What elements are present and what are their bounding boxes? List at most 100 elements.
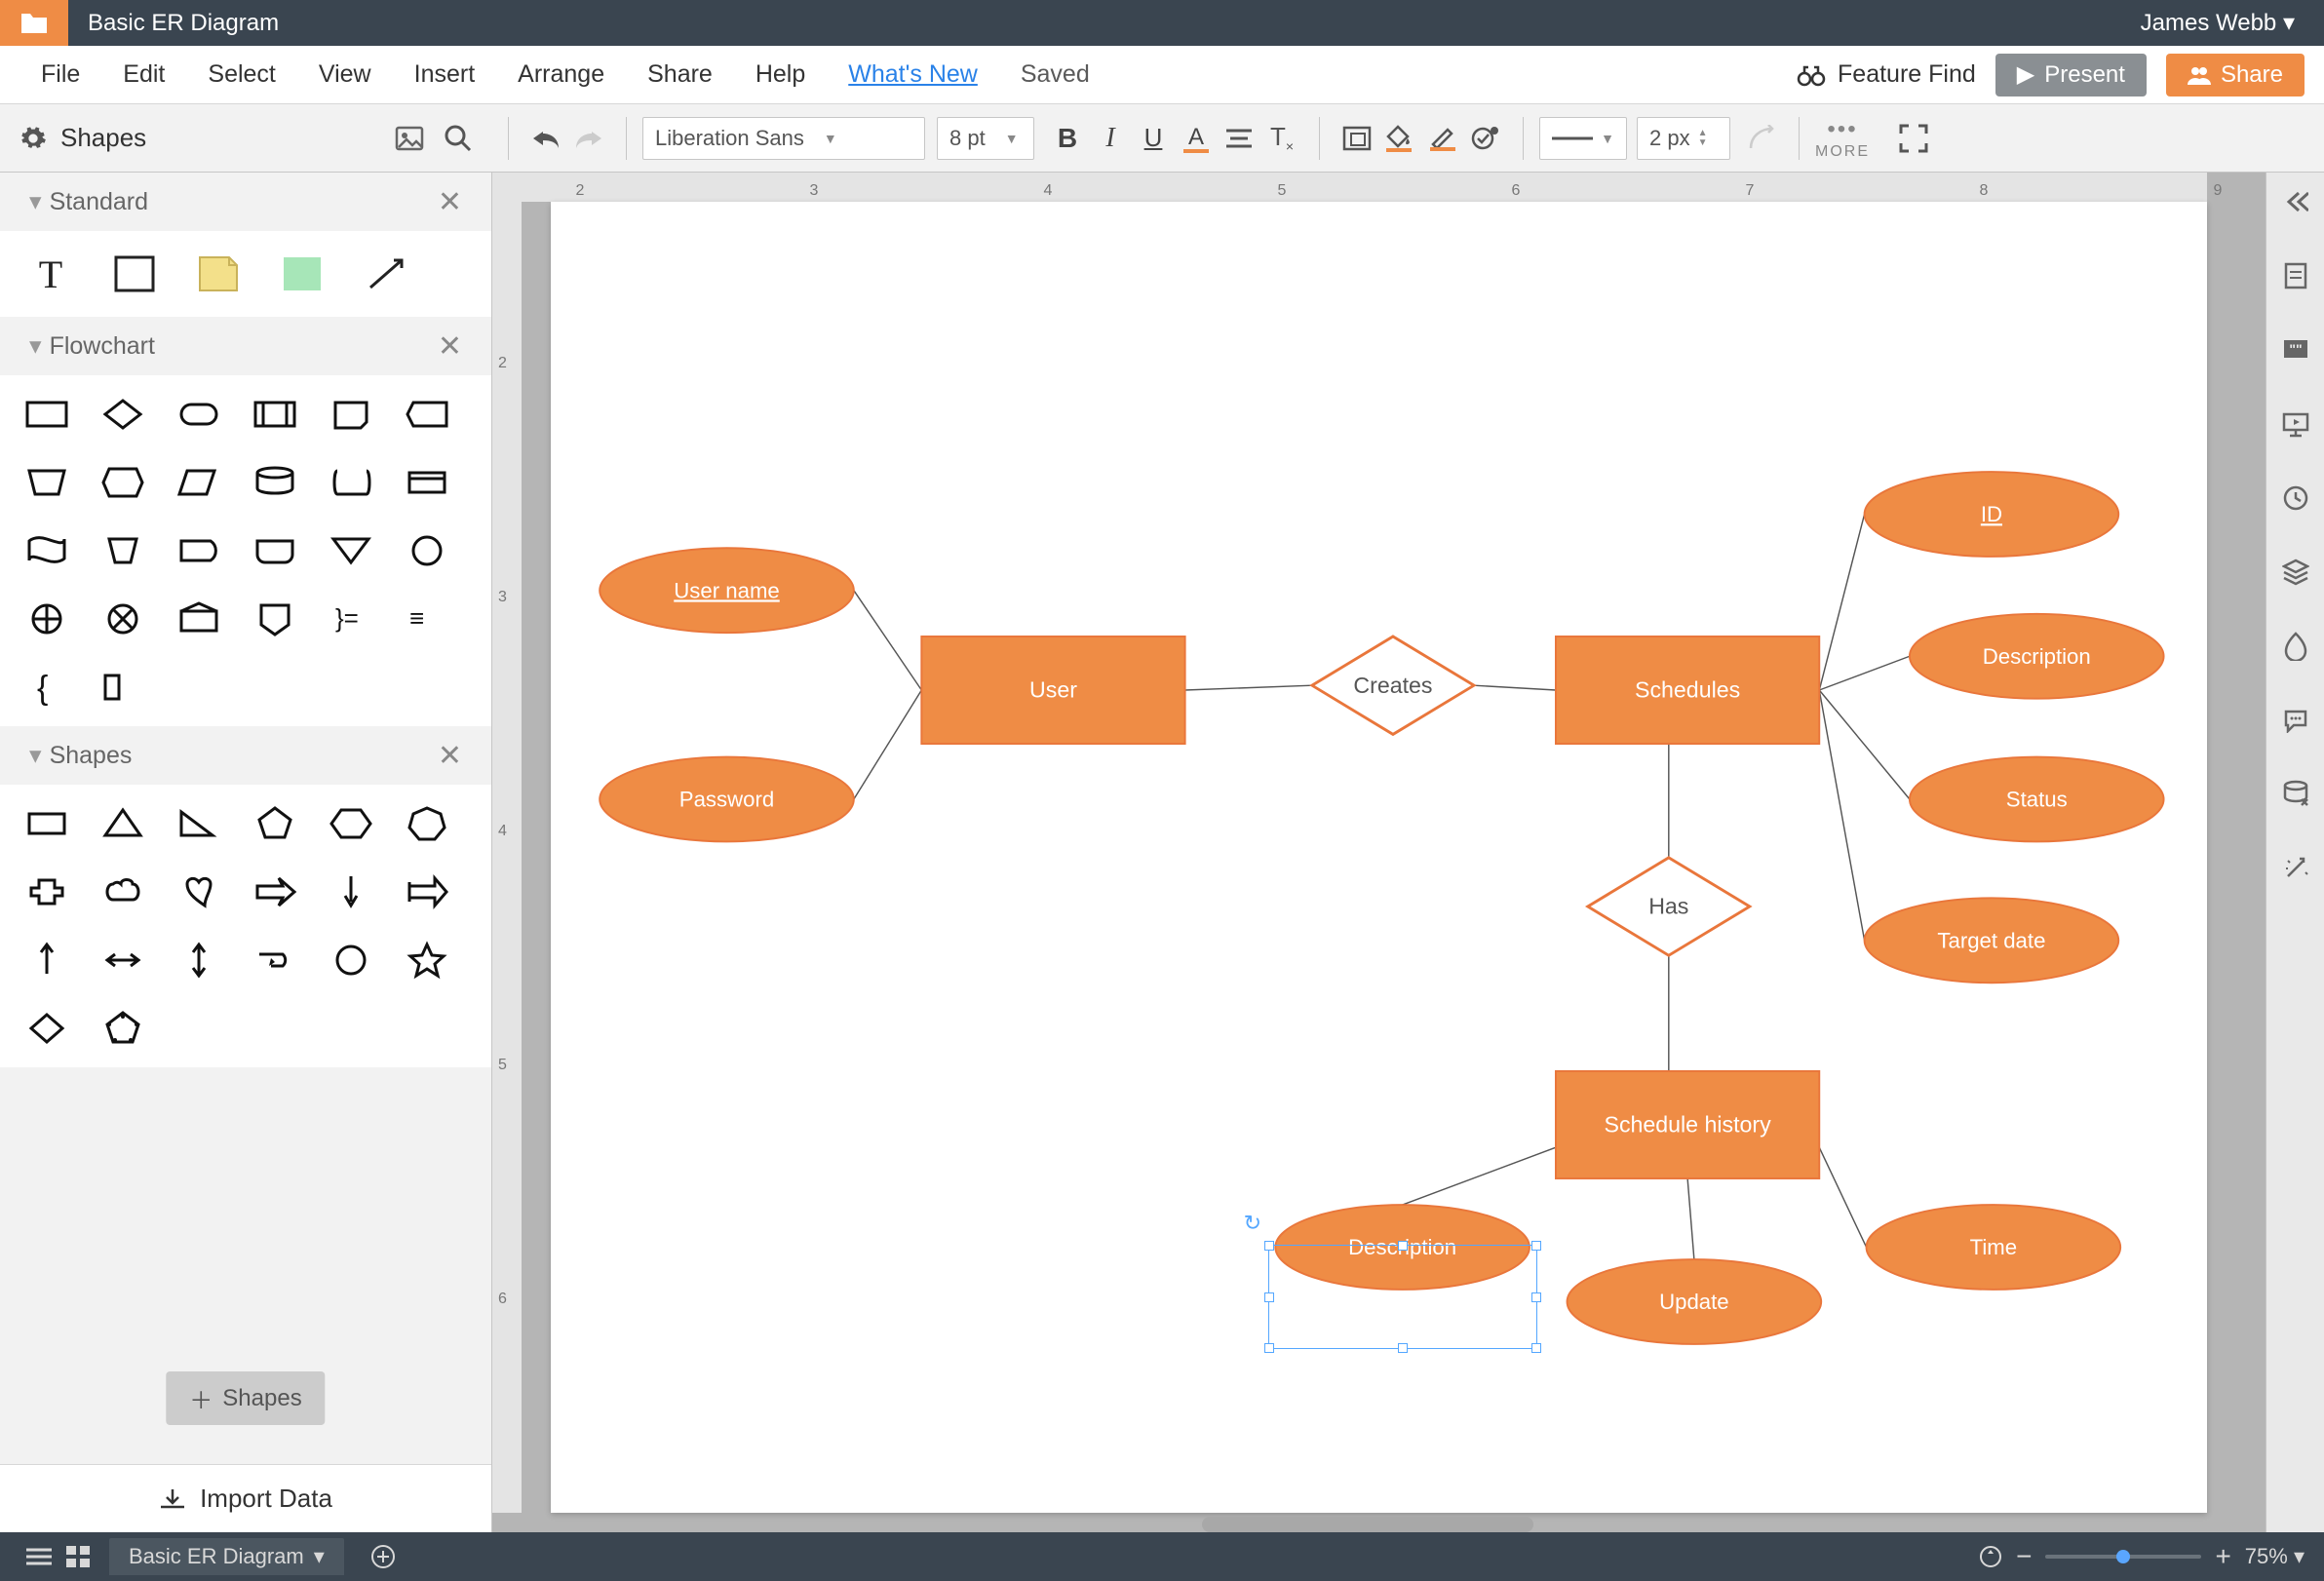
italic-button[interactable]: I — [1089, 117, 1132, 160]
basic-shape[interactable] — [404, 804, 450, 843]
search-icon[interactable] — [444, 124, 473, 153]
flowchart-shape[interactable] — [175, 599, 222, 638]
category-flowchart[interactable]: ▾Flowchart✕ — [0, 317, 491, 375]
category-standard[interactable]: ▾Standard✕ — [0, 173, 491, 231]
feature-find[interactable]: Feature Find — [1797, 60, 1976, 89]
bold-button[interactable]: B — [1046, 117, 1089, 160]
share-button[interactable]: Share — [2166, 54, 2305, 96]
basic-shape[interactable] — [404, 872, 450, 911]
flowchart-shape[interactable] — [99, 668, 146, 707]
add-page-button[interactable] — [364, 1537, 403, 1576]
zoom-out-button[interactable]: − — [2016, 1541, 2032, 1572]
grid-view-icon[interactable] — [58, 1537, 97, 1576]
align-button[interactable] — [1218, 117, 1260, 160]
more-button[interactable]: •••MORE — [1815, 116, 1870, 161]
zoom-slider[interactable] — [2045, 1555, 2201, 1559]
basic-shape[interactable] — [328, 804, 374, 843]
zoom-reset-icon[interactable] — [1979, 1545, 2002, 1568]
add-shapes-button[interactable]: ＋Shapes — [166, 1371, 325, 1425]
diagram[interactable]: UserSchedulesSchedule historyCreatesHasU… — [551, 202, 2207, 1453]
fill-button[interactable] — [1378, 117, 1421, 160]
basic-shape[interactable] — [404, 941, 450, 980]
font-select[interactable]: Liberation Sans▼ — [642, 117, 925, 160]
arrow-shape[interactable] — [359, 251, 413, 297]
basic-shape[interactable] — [23, 872, 70, 911]
basic-shape[interactable] — [23, 941, 70, 980]
flowchart-shape[interactable] — [175, 531, 222, 570]
shape-style-button[interactable] — [1336, 117, 1378, 160]
category-shapes[interactable]: ▾Shapes✕ — [0, 726, 491, 785]
basic-shape[interactable] — [99, 872, 146, 911]
shape-options-button[interactable] — [1464, 117, 1507, 160]
flowchart-shape[interactable]: }= — [328, 599, 374, 638]
flowchart-shape[interactable] — [328, 531, 374, 570]
close-icon[interactable]: ✕ — [438, 739, 462, 773]
menu-share[interactable]: Share — [626, 60, 734, 89]
menu-file[interactable]: File — [19, 60, 101, 89]
page-settings-icon[interactable] — [2276, 256, 2315, 295]
present-button[interactable]: ▶Present — [1995, 54, 2147, 96]
menu-edit[interactable]: Edit — [101, 60, 186, 89]
magic-icon[interactable] — [2276, 849, 2315, 888]
flowchart-shape[interactable] — [175, 395, 222, 434]
underline-button[interactable]: U — [1132, 117, 1175, 160]
flowchart-shape[interactable] — [23, 531, 70, 570]
gear-icon[interactable] — [19, 125, 47, 152]
outline-view-icon[interactable] — [19, 1537, 58, 1576]
menu-select[interactable]: Select — [186, 60, 296, 89]
line-arrow-button[interactable] — [1740, 117, 1783, 160]
flowchart-shape[interactable] — [23, 599, 70, 638]
flowchart-shape[interactable] — [252, 599, 298, 638]
flowchart-shape[interactable] — [99, 531, 146, 570]
fullscreen-button[interactable] — [1899, 124, 1928, 153]
page-tab[interactable]: Basic ER Diagram ▾ — [109, 1538, 344, 1575]
flowchart-shape[interactable] — [252, 531, 298, 570]
theme-icon[interactable] — [2276, 627, 2315, 666]
close-icon[interactable]: ✕ — [438, 329, 462, 364]
presentation-icon[interactable] — [2276, 405, 2315, 443]
basic-shape[interactable] — [99, 1009, 146, 1048]
text-shape[interactable]: T — [23, 251, 78, 297]
font-size-select[interactable]: 8 pt▼ — [937, 117, 1034, 160]
menu-insert[interactable]: Insert — [393, 60, 497, 89]
rect-shape[interactable] — [107, 251, 162, 297]
basic-shape[interactable] — [175, 804, 222, 843]
flowchart-shape[interactable] — [175, 463, 222, 502]
flowchart-shape[interactable] — [23, 463, 70, 502]
layers-icon[interactable] — [2276, 553, 2315, 592]
menu-view[interactable]: View — [297, 60, 393, 89]
basic-shape[interactable] — [175, 941, 222, 980]
flowchart-shape[interactable] — [99, 599, 146, 638]
note-shape[interactable] — [191, 251, 246, 297]
horizontal-scrollbar[interactable] — [1202, 1517, 1533, 1532]
canvas-area[interactable]: 23456789 23456 UserSchedulesSchedule his… — [492, 173, 2266, 1532]
text-color-button[interactable]: A — [1175, 117, 1218, 160]
flowchart-shape[interactable] — [252, 395, 298, 434]
flowchart-shape[interactable]: ≡ — [404, 599, 450, 638]
basic-shape[interactable] — [252, 872, 298, 911]
border-color-button[interactable] — [1421, 117, 1464, 160]
flowchart-shape[interactable] — [404, 531, 450, 570]
menu-help[interactable]: Help — [734, 60, 827, 89]
flowchart-shape[interactable]: { — [23, 668, 70, 707]
basic-shape[interactable] — [328, 872, 374, 911]
flowchart-shape[interactable] — [328, 463, 374, 502]
flowchart-shape[interactable] — [99, 463, 146, 502]
block-shape[interactable] — [275, 251, 329, 297]
zoom-level[interactable]: 75% ▾ — [2245, 1544, 2305, 1569]
document-title[interactable]: Basic ER Diagram — [68, 10, 279, 37]
image-icon[interactable] — [395, 126, 424, 151]
basic-shape[interactable] — [23, 1009, 70, 1048]
folder-icon[interactable] — [0, 0, 68, 46]
import-data-button[interactable]: Import Data — [0, 1464, 491, 1532]
user-menu[interactable]: James Webb ▾ — [2141, 9, 2324, 37]
basic-shape[interactable] — [175, 872, 222, 911]
basic-shape[interactable] — [23, 804, 70, 843]
flowchart-shape[interactable] — [404, 395, 450, 434]
flowchart-shape[interactable] — [328, 395, 374, 434]
line-style-select[interactable]: ▼ — [1539, 117, 1627, 160]
flowchart-shape[interactable] — [99, 395, 146, 434]
basic-shape[interactable] — [252, 941, 298, 980]
menu-whats-new[interactable]: What's New — [827, 60, 999, 89]
line-width-select[interactable]: 2 px▲▼ — [1637, 117, 1730, 160]
